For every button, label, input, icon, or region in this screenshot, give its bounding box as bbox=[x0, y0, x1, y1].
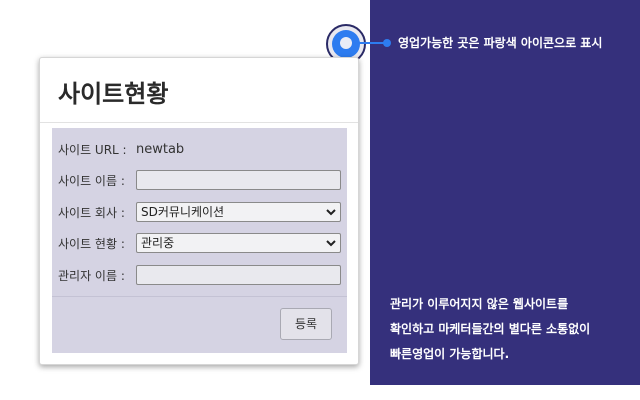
company-label: 사이트 회사 : bbox=[58, 205, 125, 220]
chevron-down-icon bbox=[326, 209, 336, 216]
side-note-line-1: 관리가 이루어지지 않은 웹사이트를 bbox=[390, 297, 569, 311]
side-note-line-2: 확인하고 마케터들간의 별다른 소통없이 bbox=[390, 322, 591, 336]
callout-text: 영업가능한 곳은 파랑색 아이콘으로 표시 bbox=[398, 36, 603, 50]
status-label: 사이트 현황 : bbox=[58, 236, 125, 251]
manager-name-input[interactable] bbox=[136, 265, 341, 285]
blue-status-icon-center bbox=[340, 37, 352, 49]
side-note-line-3: 빠른영업이 가능합니다. bbox=[390, 347, 510, 361]
company-select[interactable]: SD커뮤니케이션 bbox=[136, 202, 341, 222]
title-divider bbox=[40, 122, 358, 123]
company-select-value: SD커뮤니케이션 bbox=[141, 205, 225, 219]
side-note: 관리가 이루어지지 않은 웹사이트를 확인하고 마케터들간의 별다른 소통없이 … bbox=[390, 292, 630, 367]
url-value: newtab bbox=[136, 141, 185, 157]
site-status-popup: 사이트현황 사이트 URL : newtab 사이트 이름 : 사이트 회사 :… bbox=[39, 57, 359, 365]
callout-dot bbox=[383, 39, 391, 47]
form-divider bbox=[52, 296, 347, 297]
register-button[interactable]: 등록 bbox=[280, 308, 332, 340]
manager-row: 관리자 이름 : bbox=[58, 264, 136, 286]
url-row: 사이트 URL : newtab bbox=[58, 138, 184, 160]
callout-connector bbox=[358, 42, 386, 44]
status-select-value: 관리중 bbox=[141, 236, 175, 250]
manager-label: 관리자 이름 : bbox=[58, 268, 125, 283]
status-select[interactable]: 관리중 bbox=[136, 233, 341, 253]
url-label: 사이트 URL : bbox=[58, 142, 127, 157]
company-row: 사이트 회사 : bbox=[58, 201, 136, 223]
site-name-input[interactable] bbox=[136, 170, 341, 190]
chevron-down-icon bbox=[326, 240, 336, 247]
popup-title: 사이트현황 bbox=[58, 80, 169, 108]
site-form: 사이트 URL : newtab 사이트 이름 : 사이트 회사 : SD커뮤니… bbox=[52, 128, 347, 353]
name-row: 사이트 이름 : bbox=[58, 169, 136, 191]
status-row: 사이트 현황 : bbox=[58, 232, 136, 254]
name-label: 사이트 이름 : bbox=[58, 173, 125, 188]
